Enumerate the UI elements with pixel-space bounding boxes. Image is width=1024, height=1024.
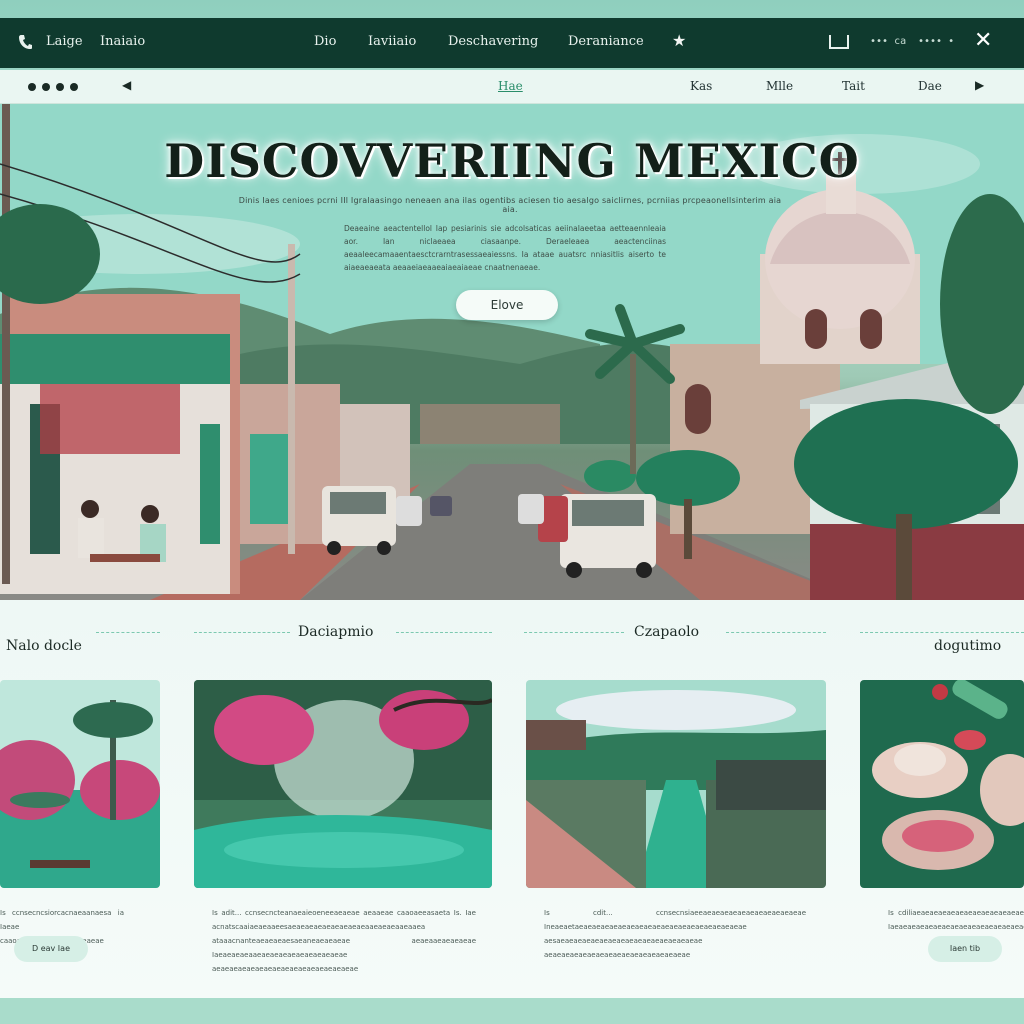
nav-item-kas[interactable]: Kas bbox=[690, 79, 712, 93]
nav-item-tait[interactable]: Tait bbox=[842, 79, 865, 93]
topbar-item-4[interactable]: Iaviiaio bbox=[368, 34, 416, 49]
card-divider-2a bbox=[194, 632, 290, 633]
topbar-item-1[interactable]: Laige bbox=[46, 34, 83, 49]
topbar-small-left: ••• ca bbox=[870, 36, 907, 47]
card-image-3[interactable] bbox=[526, 680, 826, 888]
topbar-item-2[interactable]: Inaiaio bbox=[100, 34, 145, 49]
card-title-1: Nalo docle bbox=[6, 638, 82, 654]
nav-right-icon[interactable]: ▶ bbox=[975, 78, 984, 92]
topbar-item-5[interactable]: Deschavering bbox=[448, 34, 538, 49]
hero-title: DISCOVVERIING MEXICO bbox=[164, 134, 860, 188]
card-divider-4 bbox=[860, 632, 1024, 633]
close-icon[interactable]: ✕ bbox=[974, 28, 992, 53]
card-button-1[interactable]: D eav Iae bbox=[14, 936, 88, 962]
card-text-2: Is adit... ccnsecncteanaeaieoeneeaeaeae … bbox=[212, 909, 476, 973]
nav-left-icon[interactable]: ◀ bbox=[122, 78, 131, 92]
card-title-3: Czapaolo bbox=[634, 624, 700, 640]
hero-banner: DISCOVVERIING MEXICO Dinis Iaes cenioes … bbox=[0, 104, 1024, 600]
card-title-4: dogutimo bbox=[934, 638, 1002, 654]
star-icon[interactable]: ★ bbox=[672, 31, 686, 50]
phone-icon[interactable] bbox=[18, 34, 32, 50]
card-divider-3a bbox=[524, 632, 624, 633]
card-image-2[interactable] bbox=[194, 680, 492, 888]
sub-navigation: ◀ Hae Kas Mlle Tait Dae ▶ bbox=[0, 70, 1024, 104]
card-divider-2b bbox=[396, 632, 492, 633]
top-app-bar: Laige Inaiaio Dio Iaviiaio Deschavering … bbox=[0, 18, 1024, 68]
card-image-1[interactable] bbox=[0, 680, 160, 888]
topbar-item-3[interactable]: Dio bbox=[314, 34, 336, 49]
nav-item-dae[interactable]: Dae bbox=[918, 79, 942, 93]
nav-item-mlle[interactable]: Mlle bbox=[766, 79, 793, 93]
card-text-3: Is cdit... ccnsecnsiaeeaeaeaeaeaeaeaeaea… bbox=[544, 909, 806, 959]
card-divider-3b bbox=[726, 632, 826, 633]
nav-item-hae[interactable]: Hae bbox=[498, 79, 523, 93]
menu-dots-icon[interactable] bbox=[28, 83, 78, 91]
hero-paragraph: Deaeaine aeactentellol Iap pesiarinis si… bbox=[344, 224, 666, 272]
topbar-item-6[interactable]: Deraniance bbox=[568, 34, 644, 49]
cards-section: Nalo docle Is ccnsecncsiorcacnaeaanaesa … bbox=[0, 600, 1024, 998]
card-divider-1 bbox=[96, 632, 160, 633]
card-button-4[interactable]: Iaen tib bbox=[928, 936, 1002, 962]
card-title-2: Daciapmio bbox=[298, 624, 374, 640]
hero-lede: Dinis Iaes cenioes pcrni IIl Igralaasing… bbox=[238, 196, 782, 214]
card-image-4[interactable] bbox=[860, 680, 1024, 888]
explore-button[interactable]: Elove bbox=[456, 290, 558, 320]
window-icon[interactable] bbox=[828, 34, 850, 50]
bottom-strip bbox=[0, 998, 1024, 1024]
topbar-small-right: •••• • bbox=[918, 36, 955, 47]
card-text-4: Is cdiliaeaeaeaeaeaeaeaeaeaeaeaeae Iaeae… bbox=[888, 909, 1024, 931]
